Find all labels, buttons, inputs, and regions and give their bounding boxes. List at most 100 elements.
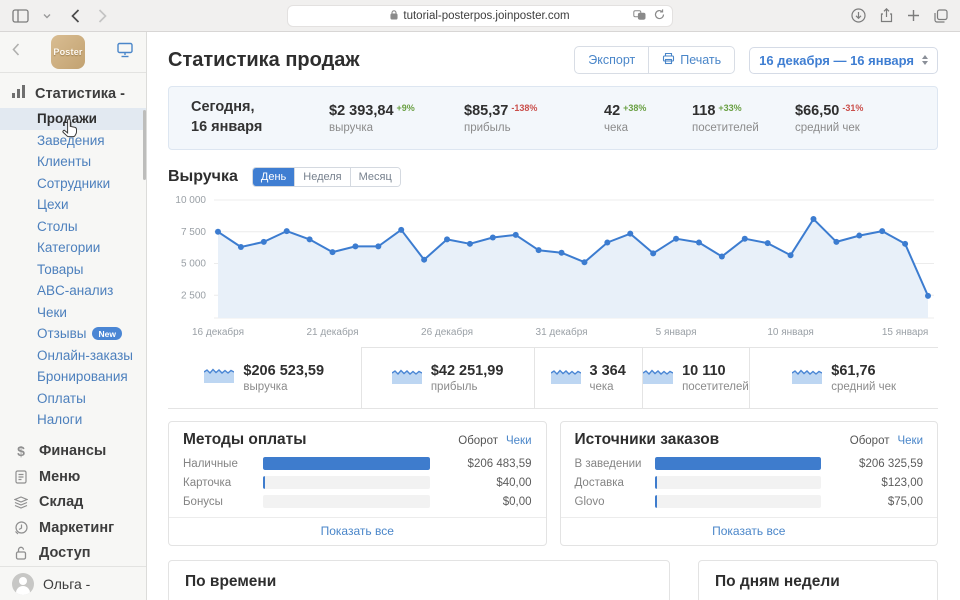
summary-tab-1[interactable]: $42 251,99 прибыль [360, 347, 534, 408]
toggle-checks[interactable]: Чеки [897, 435, 923, 447]
revenue-chart-title: Выручка [168, 168, 238, 185]
sidebar-item-10[interactable]: Отзывы New [0, 323, 146, 345]
sidebar-section-label: Меню [39, 468, 81, 485]
tab-overview-icon[interactable] [934, 8, 948, 23]
url-text: tutorial-posterpos.joinposter.com [403, 10, 570, 22]
show-all-link[interactable]: Показать все [560, 517, 937, 545]
dollar-icon: $ [17, 443, 25, 460]
sidebar-item-1[interactable]: Заведения [0, 130, 146, 152]
stat-label: прибыль [464, 121, 511, 134]
sidebar-item-label: Клиенты [37, 154, 92, 170]
order-sources-panel: Источники заказов Оборот Чеки В заведени… [559, 421, 938, 546]
sidebar-item-13[interactable]: Оплаты [0, 388, 146, 410]
sidebar-item-label: Цехи [37, 197, 69, 213]
revenue-line-chart[interactable]: 10 000 7 500 5 000 2 500 [168, 194, 938, 322]
sidebar-item-label: Заведения [37, 132, 105, 148]
bar-row-2: Бонусы $0,00 [183, 492, 532, 511]
downloads-icon[interactable] [851, 8, 866, 23]
stat-delta: +9% [396, 102, 415, 113]
lock-icon [390, 9, 398, 23]
bar-fill [263, 476, 265, 489]
toggle-volume[interactable]: Оборот [850, 435, 890, 447]
sidebar-scrollbar[interactable] [143, 110, 146, 180]
stat-value: $85,37 -138% [464, 102, 538, 119]
chart-granularity-tabs: День Неделя Месяц [251, 167, 401, 187]
tab-week[interactable]: Неделя [294, 168, 350, 186]
summary-value: $206 523,59 [243, 362, 325, 379]
sidebar-item-7[interactable]: Товары [0, 259, 146, 281]
poster-logo[interactable]: Poster [51, 35, 85, 70]
export-label: Экспорт [588, 53, 636, 67]
summary-tab-2[interactable]: 3 364 чека [533, 347, 642, 408]
sidebar-item-9[interactable]: Чеки [0, 302, 146, 324]
sidebar-item-5[interactable]: Столы [0, 216, 146, 238]
translate-icon[interactable] [633, 9, 646, 23]
toolbar-chevron-down-icon[interactable] [43, 13, 51, 19]
sidebar-item-3[interactable]: Сотрудники [0, 173, 146, 195]
stat-delta: +38% [623, 102, 647, 113]
sidebar-section-label: Склад [39, 494, 84, 511]
bar-value: $40,00 [496, 476, 532, 489]
sidebar-section-statistics[interactable]: Статистика - [0, 83, 146, 108]
tab-month[interactable]: Месяц [349, 168, 400, 186]
summary-text: $206 523,59 выручка [243, 363, 324, 393]
sidebar-item-4[interactable]: Цехи [0, 194, 146, 216]
sidebar-section-marketing[interactable]: Маркетинг [0, 515, 146, 541]
summary-text: $61,76 средний чек [831, 363, 896, 393]
sidebar-item-0[interactable]: Продажи [0, 108, 146, 130]
sidebar-item-11[interactable]: Онлайн-заказы [0, 345, 146, 367]
sidebar-item-label: Сотрудники [37, 175, 111, 191]
print-button[interactable]: Печать [648, 47, 734, 73]
tab-day[interactable]: День [252, 168, 295, 186]
summary-label: чека [589, 381, 614, 393]
address-bar[interactable]: tutorial-posterpos.joinposter.com [287, 5, 673, 27]
back-button[interactable] [71, 8, 80, 23]
sidebar-item-label: Отзывы [37, 326, 87, 342]
sparkline-icon [791, 368, 823, 384]
revenue-chart: 10 000 7 500 5 000 2 500 16 декабря 21 декаб… [168, 194, 938, 343]
today-date: Сегодня, 16 января [191, 99, 263, 135]
summary-label: средний чек [831, 381, 897, 393]
user-menu[interactable]: Ольга - [0, 566, 146, 600]
pos-terminal-icon[interactable] [116, 42, 134, 63]
sparkline-icon-wrap [642, 368, 674, 389]
sidebar-item-6[interactable]: Категории [0, 237, 146, 259]
by-time-panel: По времени 20 000 [168, 560, 670, 600]
sparkline-icon-wrap [791, 368, 823, 389]
print-label: Печать [680, 53, 722, 67]
summary-tab-4[interactable]: $61,76 средний чек [749, 347, 938, 408]
sidebar-section-access[interactable]: Доступ [0, 541, 146, 567]
toggle-checks[interactable]: Чеки [506, 435, 532, 447]
layers-icon [13, 496, 29, 509]
x-axis-label: 15 января [881, 327, 929, 338]
summary-label: посетителей [682, 381, 749, 393]
sidebar-item-14[interactable]: Налоги [0, 409, 146, 431]
forward-button[interactable] [98, 8, 107, 23]
bar-value: $123,00 [881, 476, 923, 489]
sidebar-toggle-icon[interactable] [12, 8, 29, 23]
sidebar-section-finance[interactable]: $ Финансы [0, 439, 146, 465]
reload-icon[interactable] [654, 9, 665, 23]
summary-tab-3[interactable]: 10 110 посетителей [641, 347, 750, 408]
sidebar-section-menu[interactable]: Меню [0, 464, 146, 490]
avatar [12, 572, 34, 595]
summary-text: $42 251,99 прибыль [431, 363, 504, 393]
summary-label: выручка [243, 380, 288, 393]
sidebar-section-warehouse[interactable]: Склад [0, 490, 146, 516]
show-all-link[interactable]: Показать все [169, 517, 546, 545]
export-button[interactable]: Экспорт [575, 47, 648, 73]
toggle-volume[interactable]: Оборот [458, 435, 498, 447]
bar-row-0: Наличные $206 483,59 [183, 454, 532, 473]
new-tab-icon[interactable] [907, 9, 920, 22]
collapse-sidebar-icon[interactable] [12, 43, 20, 61]
bar-row-1: Доставка $123,00 [575, 473, 923, 492]
summary-value: $42 251,99 [430, 363, 504, 379]
sidebar-item-12[interactable]: Бронирования [0, 366, 146, 388]
sidebar-item-8[interactable]: ABC-анализ [0, 280, 146, 302]
summary-tab-0[interactable]: $206 523,59 выручка [168, 347, 361, 408]
sparkline-icon [391, 368, 423, 384]
date-range-picker[interactable]: 16 декабря — 16 января [749, 46, 938, 74]
printer-icon [662, 52, 675, 68]
sidebar-item-2[interactable]: Клиенты [0, 151, 146, 173]
share-icon[interactable] [880, 8, 893, 23]
